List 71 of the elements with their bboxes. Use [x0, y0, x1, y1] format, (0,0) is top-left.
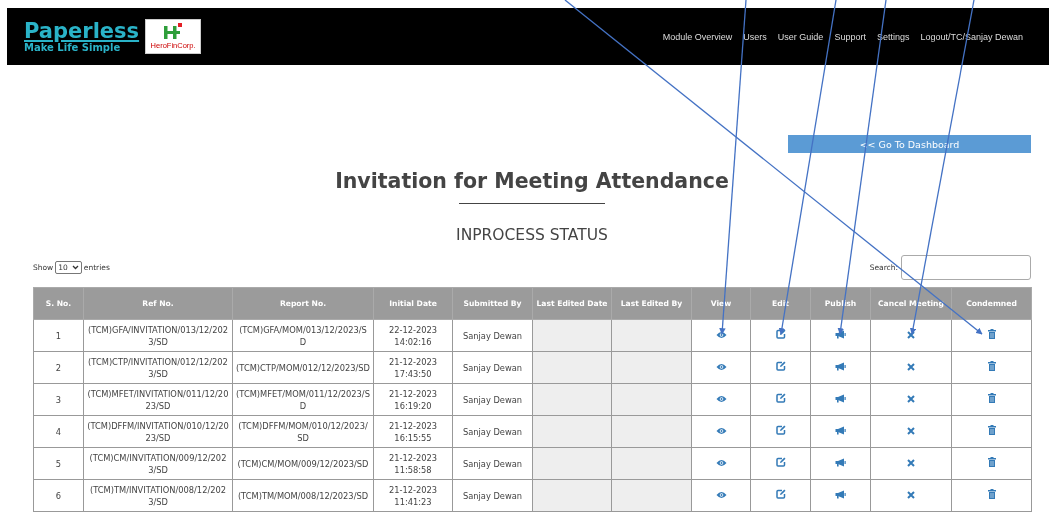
table-cell: (TCM)CM/MOM/009/12/2023/SD: [232, 447, 374, 480]
table-cell: Sanjay Dewan: [452, 383, 533, 416]
close-icon[interactable]: [907, 458, 915, 467]
megaphone-icon[interactable]: [835, 361, 846, 371]
table-cell: (TCM)TM/MOM/008/12/2023/SD: [232, 479, 374, 512]
megaphone-icon[interactable]: [835, 393, 846, 403]
trash-icon[interactable]: [987, 329, 996, 339]
edit-icon[interactable]: [775, 361, 786, 371]
table-cell: (TCM)CTP/MOM/012/12/2023/SD: [232, 351, 374, 384]
eye-icon[interactable]: [715, 362, 727, 371]
close-icon[interactable]: [907, 330, 915, 339]
megaphone-icon[interactable]: [835, 457, 846, 467]
brand-name: Paperless: [24, 19, 140, 42]
nav-link[interactable]: Support: [834, 31, 866, 42]
close-icon[interactable]: [907, 362, 915, 371]
eye-icon[interactable]: [715, 426, 727, 435]
table-cell: 4: [33, 415, 84, 448]
section-subtitle: INPROCESS STATUS: [455, 226, 609, 244]
table-cell: 3: [33, 383, 84, 416]
close-icon[interactable]: [907, 490, 915, 499]
megaphone-icon[interactable]: [835, 425, 846, 435]
table-cell: Sanjay Dewan: [452, 415, 533, 448]
table-cell: 21-12-2023 16:19:20: [373, 383, 453, 416]
edit-icon[interactable]: [775, 425, 786, 435]
trash-icon[interactable]: [987, 361, 996, 371]
megaphone-icon[interactable]: [835, 489, 846, 499]
table-cell: 21-12-2023 17:43:50: [373, 351, 453, 384]
eye-icon[interactable]: [715, 330, 727, 339]
close-icon[interactable]: [907, 426, 915, 435]
table-cell: 21-12-2023 11:58:58: [373, 447, 453, 480]
nav-link[interactable]: Users: [743, 31, 767, 42]
table-cell: (TCM)DFFM/INVITATION/010/12/2023/SD: [83, 415, 233, 448]
table-cell: 2: [33, 351, 84, 384]
table-cell: (TCM)MFET/MOM/011/12/2023/SD: [232, 383, 374, 416]
edit-icon[interactable]: [775, 489, 786, 499]
eye-icon[interactable]: [715, 394, 727, 403]
nav-link[interactable]: Module Overview: [662, 31, 733, 42]
table-cell: 21-12-2023 16:15:55: [373, 415, 453, 448]
edit-icon[interactable]: [775, 393, 786, 403]
table-cell: Sanjay Dewan: [452, 351, 533, 384]
edit-icon[interactable]: [775, 329, 786, 339]
table-cell: 21-12-2023 11:41:23: [373, 479, 453, 512]
table-cell: (TCM)CM/INVITATION/009/12/2023/SD: [83, 447, 233, 480]
table-cell: (TCM)MFET/INVITATION/011/12/2023/SD: [83, 383, 233, 416]
table-cell: (TCM)DFFM/MOM/010/12/2023/SD: [232, 415, 374, 448]
table-cell: 6: [33, 479, 84, 512]
table-cell: 22-12-2023 14:02:16: [373, 319, 453, 352]
trash-icon[interactable]: [987, 393, 996, 403]
table-cell: (TCM)GFA/INVITATION/013/12/2023/SD: [83, 319, 233, 352]
table-cell: Sanjay Dewan: [452, 479, 533, 512]
page-title: Invitation for Meeting Attendance: [334, 169, 730, 193]
search-field[interactable]: [901, 255, 1031, 280]
nav-link[interactable]: User Guide: [777, 31, 824, 42]
table-cell: 1: [33, 319, 84, 352]
trash-icon[interactable]: [987, 489, 996, 499]
edit-icon[interactable]: [775, 457, 786, 467]
trash-icon[interactable]: [987, 457, 996, 467]
table-cell: (TCM)CTP/INVITATION/012/12/2023/SD: [83, 351, 233, 384]
eye-icon[interactable]: [715, 458, 727, 467]
table-cell: Sanjay Dewan: [452, 319, 533, 352]
hf-mark-icon: [163, 23, 184, 40]
table-cell: Sanjay Dewan: [452, 447, 533, 480]
eye-icon[interactable]: [715, 490, 727, 499]
table-cell: 5: [33, 447, 84, 480]
chevron-down-icon: [71, 265, 79, 270]
megaphone-icon[interactable]: [835, 329, 846, 339]
trash-icon[interactable]: [987, 425, 996, 435]
table-cell: (TCM)GFA/MOM/013/12/2023/SD: [232, 319, 374, 352]
dashboard-button[interactable]: << Go To Dashboard: [788, 135, 1031, 153]
table-cell: (TCM)TM/INVITATION/008/12/2023/SD: [83, 479, 233, 512]
close-icon[interactable]: [907, 394, 915, 403]
